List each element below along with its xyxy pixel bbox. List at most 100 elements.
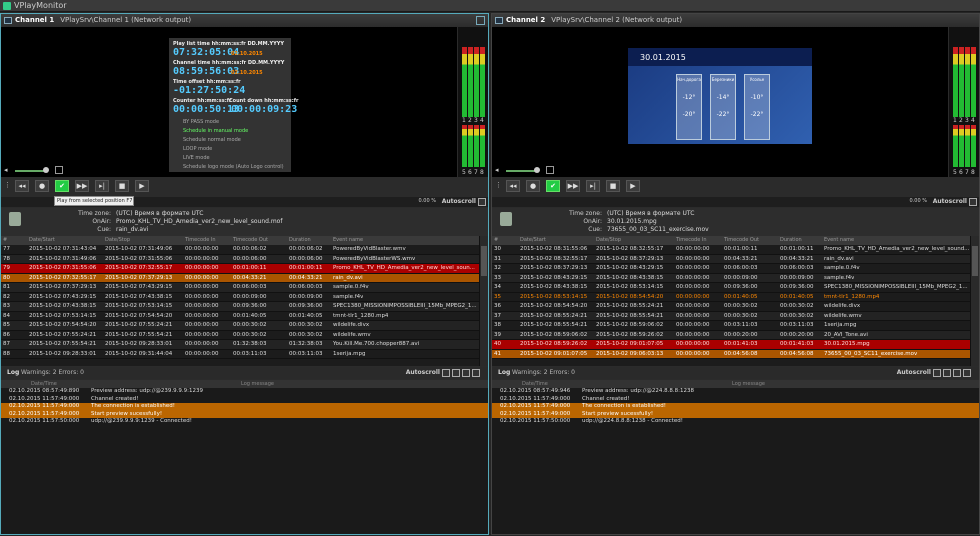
column-header[interactable]: Event name	[333, 236, 363, 245]
playout-mode-item[interactable]: BY PASS mode	[183, 119, 219, 125]
column-header[interactable]: Date/Stop	[596, 236, 621, 245]
log-row[interactable]: 02.10.2015 11:57:49:000 Start preview suc…	[492, 410, 979, 418]
log-row[interactable]: 02.10.2015 11:57:49:000 The connection is…	[492, 403, 979, 411]
log-row[interactable]: 02.10.2015 11:57:49:000 Channel created!	[1, 396, 488, 404]
log-toolbar-button[interactable]	[472, 369, 480, 377]
table-cell: 2015-10-02 08:54:54:20	[596, 293, 664, 300]
maximize-button[interactable]	[476, 16, 485, 25]
rewind-icon[interactable]: ◂◂	[15, 180, 29, 192]
next-icon[interactable]: ▸|	[586, 180, 600, 192]
log-row[interactable]: 02.10.2015 08:57:49:946 Preview address: …	[492, 388, 979, 396]
autoscroll-checkbox[interactable]	[969, 198, 977, 206]
record-icon[interactable]: ●	[526, 180, 540, 192]
table-row[interactable]: 81 2015-10-02 07:37:29:13 2015-10-02 07:43…	[1, 283, 488, 293]
playout-mode-item[interactable]: Schedule in manual mode	[183, 128, 248, 134]
log-col-date[interactable]: Date/Time	[31, 380, 57, 388]
table-cell: SPEC1380_MISSIONIMPOSSIBLEIII_15Mb_MPEG2…	[824, 284, 968, 290]
log-col-message[interactable]: Log message	[732, 380, 765, 388]
volume-slider-knob[interactable]	[43, 167, 49, 173]
table-row[interactable]: 86 2015-10-02 07:55:24:21 2015-10-02 07:55…	[1, 331, 488, 340]
log-toolbar-button[interactable]	[943, 369, 951, 377]
table-row[interactable]: 80 2015-10-02 07:32:55:17 2015-10-02 07:37…	[1, 273, 488, 283]
log-row[interactable]: 02.10.2015 11:57:50:000 udp://@239.9.9.9:…	[1, 418, 488, 426]
column-header[interactable]: #	[3, 236, 7, 245]
log-toolbar-button[interactable]	[462, 369, 470, 377]
volume-control[interactable]: ◂	[492, 166, 979, 175]
column-header[interactable]: Duration	[780, 236, 802, 245]
column-header[interactable]: Duration	[289, 236, 311, 245]
log-row[interactable]: 02.10.2015 11:57:49:000 Channel created!	[492, 396, 979, 404]
table-cell: 2015-10-02 09:31:44:04	[105, 350, 173, 357]
next-icon[interactable]: ▸|	[95, 180, 109, 192]
playout-mode-item[interactable]: Schedule normal mode	[183, 137, 241, 143]
autoscroll-checkbox[interactable]	[478, 198, 486, 206]
log-toolbar-button[interactable]	[442, 369, 450, 377]
table-row[interactable]: 33 2015-10-02 08:43:29:15 2015-10-02 08:43…	[492, 273, 979, 283]
playout-mode-item[interactable]: LOOP mode	[183, 146, 212, 152]
channel-path: VPlaySrv\Channel 2 (Network output)	[551, 16, 683, 24]
table-row[interactable]: 31 2015-10-02 08:32:55:17 2015-10-02 08:37…	[492, 254, 979, 264]
table-cell: 00:04:33:21	[289, 274, 323, 281]
vertical-scrollbar[interactable]	[479, 236, 488, 366]
column-header[interactable]: Date/Start	[29, 236, 55, 245]
table-row[interactable]: 79 2015-10-02 07:31:55:06 2015-10-02 07:32…	[1, 264, 488, 274]
table-row[interactable]: 40 2015-10-02 08:59:26:02 2015-10-02 09:01…	[492, 340, 979, 350]
stop-icon[interactable]: ■	[606, 180, 620, 192]
grid-icon[interactable]	[546, 166, 554, 174]
table-row[interactable]: 36 2015-10-02 08:54:54:20 2015-10-02 08:55…	[492, 302, 979, 312]
table-row[interactable]: 39 2015-10-02 08:59:06:02 2015-10-02 08:59…	[492, 330, 979, 340]
forward-icon[interactable]: ▶	[135, 180, 149, 192]
column-header[interactable]: Timecode Out	[233, 236, 268, 245]
table-row[interactable]: 35 2015-10-02 08:53:14:15 2015-10-02 08:54…	[492, 293, 979, 302]
table-row[interactable]: 41 2015-10-02 09:01:07:05 2015-10-02 09:06…	[492, 349, 979, 359]
table-row[interactable]: 78 2015-10-02 07:31:49:06 2015-10-02 07:31…	[1, 254, 488, 264]
log-row[interactable]: 02.10.2015 11:57:49:000 Start preview suc…	[1, 410, 488, 418]
column-header[interactable]: Date/Start	[520, 236, 546, 245]
log-toolbar-button[interactable]	[933, 369, 941, 377]
log-col-message[interactable]: Log message	[241, 380, 274, 388]
channel-header[interactable]: Channel 1 VPlaySrv\Channel 1 (Network out…	[1, 14, 488, 27]
log-toolbar-button[interactable]	[452, 369, 460, 377]
table-row[interactable]: 38 2015-10-02 08:55:54:21 2015-10-02 08:59…	[492, 321, 979, 331]
log-row[interactable]: 02.10.2015 08:57:49:890 Preview address: …	[1, 388, 488, 396]
playout-mode-item[interactable]: LIVE mode	[183, 155, 210, 161]
log-toolbar-button[interactable]	[953, 369, 961, 377]
table-row[interactable]: 37 2015-10-02 08:55:24:21 2015-10-02 08:55…	[492, 311, 979, 321]
record-icon[interactable]: ●	[35, 180, 49, 192]
channel-header[interactable]: Channel 2 VPlaySrv\Channel 2 (Network out…	[492, 14, 979, 27]
table-row[interactable]: 32 2015-10-02 08:37:29:13 2015-10-02 08:43…	[492, 264, 979, 274]
fast-forward-icon[interactable]: ▶▶	[75, 180, 89, 192]
table-row[interactable]: 30 2015-10-02 08:31:55:06 2015-10-02 08:32…	[492, 245, 979, 255]
rewind-icon[interactable]: ◂◂	[506, 180, 520, 192]
table-row[interactable]: 84 2015-10-02 07:53:14:15 2015-10-02 07:54…	[1, 312, 488, 321]
toolbar-menu-icon[interactable]: ⋮	[495, 181, 502, 189]
table-row[interactable]: 85 2015-10-02 07:54:54:20 2015-10-02 07:55…	[1, 321, 488, 331]
table-row[interactable]: 34 2015-10-02 08:43:38:15 2015-10-02 08:53…	[492, 283, 979, 293]
stop-icon[interactable]: ■	[115, 180, 129, 192]
check-icon[interactable]: ✔	[55, 180, 69, 192]
fast-forward-icon[interactable]: ▶▶	[566, 180, 580, 192]
column-header[interactable]: Timecode Out	[724, 236, 759, 245]
table-row[interactable]: 88 2015-10-02 09:28:33:01 2015-10-02 09:31…	[1, 350, 488, 359]
table-row[interactable]: 82 2015-10-02 07:43:29:15 2015-10-02 07:43…	[1, 293, 488, 302]
volume-slider-knob[interactable]	[534, 167, 540, 173]
grid-icon[interactable]	[55, 166, 63, 174]
log-row[interactable]: 02.10.2015 11:57:50:000 udp://@224.8.8.8:…	[492, 418, 979, 426]
check-icon[interactable]: ✔	[546, 180, 560, 192]
log-col-date[interactable]: Date/Time	[522, 380, 548, 388]
volume-control[interactable]: ◂	[1, 166, 488, 175]
column-header[interactable]: #	[494, 236, 498, 245]
forward-icon[interactable]: ▶	[626, 180, 640, 192]
column-header[interactable]: Event name	[824, 236, 854, 245]
table-row[interactable]: 77 2015-10-02 07:31:43:04 2015-10-02 07:31…	[1, 245, 488, 255]
vertical-scrollbar[interactable]	[970, 236, 979, 366]
table-row[interactable]: 87 2015-10-02 07:55:54:21 2015-10-02 09:28…	[1, 340, 488, 350]
toolbar-menu-icon[interactable]: ⋮	[4, 181, 11, 189]
column-header[interactable]: Timecode In	[185, 236, 216, 245]
table-row[interactable]: 83 2015-10-02 07:43:38:15 2015-10-02 07:53…	[1, 302, 488, 312]
log-row[interactable]: 02.10.2015 11:57:49:000 The connection is…	[1, 403, 488, 411]
vu-bar	[971, 125, 976, 167]
column-header[interactable]: Date/Stop	[105, 236, 130, 245]
column-header[interactable]: Timecode In	[676, 236, 707, 245]
log-toolbar-button[interactable]	[963, 369, 971, 377]
